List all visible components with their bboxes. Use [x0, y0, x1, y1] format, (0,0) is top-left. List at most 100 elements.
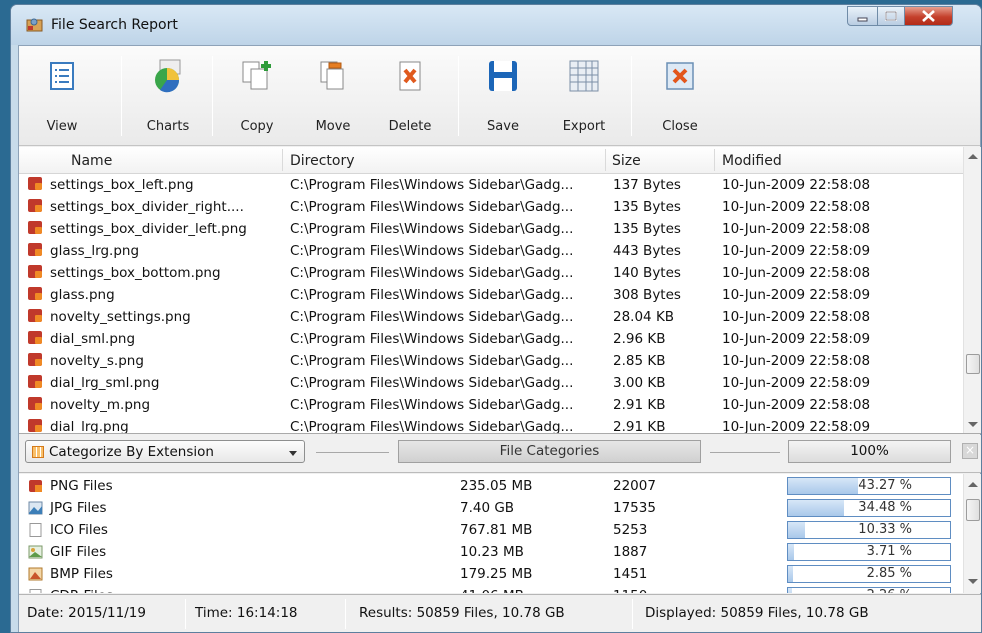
- column-divider[interactable]: [282, 149, 283, 171]
- delete-label: Delete: [388, 119, 432, 134]
- file-row[interactable]: settings_box_divider_left.png C:\Program …: [19, 218, 963, 240]
- scroll-up-arrow[interactable]: [968, 154, 978, 159]
- status-separator: [185, 599, 186, 629]
- status-displayed: Displayed: 50859 Files, 10.78 GB: [645, 605, 869, 621]
- column-header-directory[interactable]: Directory: [290, 153, 355, 169]
- file-size: 135 Bytes: [613, 221, 681, 237]
- chevron-down-icon[interactable]: [289, 451, 297, 456]
- maximize-button[interactable]: [877, 6, 905, 26]
- file-size: 2.96 KB: [613, 331, 666, 347]
- file-directory: C:\Program Files\Windows Sidebar\Gadg...: [290, 243, 574, 259]
- category-size: 235.05 MB: [460, 478, 533, 494]
- category-row[interactable]: ICO Files 767.81 MB 5253 10.33 %: [19, 519, 963, 541]
- column-divider[interactable]: [605, 149, 606, 171]
- category-percent: 3.71 %: [866, 544, 912, 559]
- category-size: 7.40 GB: [460, 500, 515, 516]
- file-modified: 10-Jun-2009 22:58:09: [722, 243, 871, 259]
- close-label: Close: [662, 119, 698, 134]
- grid-icon: [32, 446, 44, 458]
- file-row[interactable]: dial_sml.png C:\Program Files\Windows Sid…: [19, 328, 963, 350]
- save-button[interactable]: Save: [472, 54, 534, 140]
- category-row[interactable]: CDR Files 41.06 MB 1150 2.26 %: [19, 585, 963, 593]
- file-row[interactable]: settings_box_divider_right.... C:\Program…: [19, 196, 963, 218]
- file-row[interactable]: novelty_s.png C:\Program Files\Windows Si…: [19, 350, 963, 372]
- file-directory: C:\Program Files\Windows Sidebar\Gadg...: [290, 309, 574, 325]
- toolbar-separator: [212, 56, 213, 136]
- file-directory: C:\Program Files\Windows Sidebar\Gadg...: [290, 287, 574, 303]
- scroll-down-arrow[interactable]: [968, 422, 978, 427]
- category-list: PNG Files 235.05 MB 22007 43.27 % JPG Files 7…: [19, 474, 981, 593]
- gif-file-icon: [28, 545, 43, 559]
- category-row[interactable]: PNG Files 235.05 MB 22007 43.27 %: [19, 475, 963, 497]
- copy-button[interactable]: Copy: [226, 54, 288, 140]
- minimize-button[interactable]: [847, 6, 878, 26]
- categorize-combo[interactable]: Categorize By Extension: [25, 440, 305, 463]
- file-size: 443 Bytes: [613, 243, 681, 259]
- png-file-icon: [28, 375, 42, 388]
- file-row[interactable]: glass_lrg.png C:\Program Files\Windows Si…: [19, 240, 963, 262]
- view-button[interactable]: View: [31, 54, 93, 140]
- percent-bar-fill: [788, 478, 859, 494]
- png-file-icon: [28, 199, 42, 212]
- category-scrollbar[interactable]: [963, 474, 981, 593]
- category-size: 41.06 MB: [460, 588, 524, 593]
- window-title: File Search Report: [51, 17, 178, 33]
- scroll-thumb[interactable]: [966, 499, 980, 521]
- file-size: 2.85 KB: [613, 353, 666, 369]
- scroll-thumb[interactable]: [966, 354, 980, 374]
- category-name: BMP Files: [50, 566, 113, 582]
- png-file-icon: [28, 353, 42, 366]
- title-bar[interactable]: File Search Report: [11, 5, 981, 45]
- file-size: 137 Bytes: [613, 177, 681, 193]
- move-icon: [320, 61, 344, 90]
- scroll-down-arrow[interactable]: [968, 579, 978, 584]
- file-list-header: Name Directory Size Modified: [19, 147, 963, 174]
- png-file-icon: [28, 221, 42, 234]
- app-icon: [26, 18, 43, 32]
- file-row[interactable]: novelty_settings.png C:\Program Files\Win…: [19, 306, 963, 328]
- charts-button[interactable]: Charts: [137, 54, 199, 140]
- close-report-button[interactable]: Close: [649, 54, 711, 140]
- client-area: View Charts Copy Move Delete Save Export…: [18, 45, 981, 632]
- file-modified: 10-Jun-2009 22:58:08: [722, 177, 871, 193]
- column-header-size[interactable]: Size: [612, 153, 641, 169]
- file-size: 308 Bytes: [613, 287, 681, 303]
- percent-bar-fill: [788, 500, 844, 516]
- file-row[interactable]: novelty_m.png C:\Program Files\Windows Si…: [19, 394, 963, 416]
- file-row[interactable]: dial_lrg.png C:\Program Files\Windows Sid…: [19, 416, 963, 433]
- file-row[interactable]: settings_box_bottom.png C:\Program Files\…: [19, 262, 963, 284]
- scroll-up-arrow[interactable]: [968, 482, 978, 487]
- file-modified: 10-Jun-2009 22:58:08: [722, 199, 871, 215]
- window-close-button[interactable]: [904, 6, 953, 26]
- file-name: novelty_m.png: [50, 397, 151, 413]
- export-icon: [569, 60, 599, 92]
- png-file-icon: [28, 397, 42, 410]
- file-list-scrollbar[interactable]: [963, 147, 981, 433]
- file-name: dial_lrg_sml.png: [50, 375, 160, 391]
- category-name: ICO Files: [50, 522, 108, 538]
- file-row[interactable]: glass.png C:\Program Files\Windows Sideba…: [19, 284, 963, 306]
- category-count: 17535: [613, 500, 656, 516]
- category-close-icon[interactable]: ×: [962, 443, 978, 459]
- png-file-icon: [28, 287, 42, 300]
- delete-button[interactable]: Delete: [379, 54, 441, 140]
- export-button[interactable]: Export: [553, 54, 615, 140]
- toolbar: View Charts Copy Move Delete Save Export…: [19, 46, 980, 146]
- column-header-modified[interactable]: Modified: [722, 153, 782, 169]
- file-row[interactable]: dial_lrg_sml.png C:\Program Files\Windows…: [19, 372, 963, 394]
- file-directory: C:\Program Files\Windows Sidebar\Gadg...: [290, 375, 574, 391]
- file-row[interactable]: settings_box_left.png C:\Program Files\Wi…: [19, 174, 963, 196]
- category-row[interactable]: BMP Files 179.25 MB 1451 2.85 %: [19, 563, 963, 585]
- percent-bar-fill: [788, 588, 792, 593]
- column-divider[interactable]: [714, 149, 715, 171]
- category-bar: Categorize By Extension File Categories …: [19, 435, 981, 473]
- file-size: 28.04 KB: [613, 309, 675, 325]
- file-name: glass.png: [50, 287, 115, 303]
- category-row[interactable]: GIF Files 10.23 MB 1887 3.71 %: [19, 541, 963, 563]
- png-file-icon: [28, 265, 42, 278]
- file-list: Name Directory Size Modified settings_bo…: [19, 147, 981, 434]
- status-bar: Date: 2015/11/19 Time: 16:14:18 Results:…: [19, 594, 981, 632]
- column-header-name[interactable]: Name: [71, 153, 112, 169]
- category-row[interactable]: JPG Files 7.40 GB 17535 34.48 %: [19, 497, 963, 519]
- move-button[interactable]: Move: [302, 54, 364, 140]
